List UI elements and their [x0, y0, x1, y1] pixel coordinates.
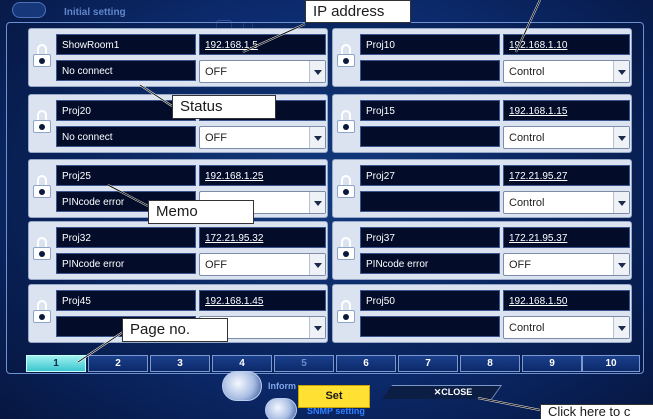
projector-name-field[interactable]: Proj32	[56, 227, 196, 248]
chevron-down-icon[interactable]	[613, 61, 629, 82]
chevron-down-icon[interactable]	[309, 192, 325, 213]
page-selector: 1 2 3 4 5 6 7 8 9 10	[16, 355, 642, 373]
lock-icon[interactable]	[32, 175, 52, 201]
initial-setting-screen: Initial setting ShowRoom1 192.168.1.5 No…	[0, 0, 653, 419]
projector-name-field[interactable]: Proj45	[56, 290, 196, 311]
mode-select-value: OFF	[205, 132, 227, 144]
information-icon[interactable]	[222, 371, 262, 401]
mode-select[interactable]: OFF	[199, 126, 326, 149]
callout-ip-address: IP address	[305, 0, 411, 23]
mode-select-value: Control	[509, 66, 545, 78]
set-button[interactable]: Set	[298, 385, 370, 408]
page-button-3[interactable]: 3	[150, 355, 210, 372]
projector-name-field[interactable]: Proj50	[360, 290, 500, 311]
projector-name-field[interactable]: Proj37	[360, 227, 500, 248]
chevron-down-icon[interactable]	[309, 317, 325, 338]
lock-icon[interactable]	[336, 300, 356, 326]
mode-select[interactable]: Control	[503, 191, 630, 214]
projector-panel: ShowRoom1 192.168.1.5 No connect OFF Pro…	[6, 22, 644, 374]
page-button-6[interactable]: 6	[336, 355, 396, 372]
projector-card: ShowRoom1 192.168.1.5 No connect OFF	[28, 28, 328, 87]
ip-address-link[interactable]: 172.21.95.27	[503, 165, 630, 186]
ip-address-link[interactable]: 172.21.95.32	[199, 227, 326, 248]
projector-card: Proj15 192.168.1.15 Control	[332, 94, 632, 153]
page-button-7[interactable]: 7	[398, 355, 458, 372]
mode-select-value: Control	[509, 322, 545, 334]
lock-icon[interactable]	[32, 300, 52, 326]
projector-name-field[interactable]: Proj10	[360, 34, 500, 55]
mode-select[interactable]: OFF	[199, 253, 326, 276]
mode-select[interactable]: Control	[503, 126, 630, 149]
projector-name-field[interactable]: Proj15	[360, 100, 500, 121]
page-button-9[interactable]: 9	[522, 355, 582, 372]
ip-address-link[interactable]: 172.21.95.37	[503, 227, 630, 248]
lock-icon[interactable]	[336, 237, 356, 263]
projector-card: Proj32 172.21.95.32 PINcode error OFF	[28, 221, 328, 280]
status-field	[360, 126, 500, 147]
page-button-4[interactable]: 4	[212, 355, 272, 372]
chevron-down-icon[interactable]	[309, 61, 325, 82]
status-field: No connect	[56, 126, 196, 147]
chevron-down-icon[interactable]	[309, 254, 325, 275]
window-title: Initial setting	[64, 7, 126, 18]
page-button-1[interactable]: 1	[26, 355, 86, 372]
lock-icon[interactable]	[32, 44, 52, 70]
projector-card: Proj10 192.168.1.10 Control	[332, 28, 632, 87]
projector-card: Proj50 192.168.1.50 Control	[332, 284, 632, 343]
mode-select[interactable]: OFF	[503, 253, 630, 276]
callout-memo: Memo	[148, 200, 254, 224]
mode-select-value: Control	[509, 132, 545, 144]
ip-address-link[interactable]: 192.168.1.15	[503, 100, 630, 121]
page-button-5[interactable]: 5	[274, 355, 334, 372]
mode-select-value: OFF	[205, 66, 227, 78]
status-field	[360, 191, 500, 212]
projector-name-field[interactable]: ShowRoom1	[56, 34, 196, 55]
page-button-8[interactable]: 8	[460, 355, 520, 372]
lock-icon[interactable]	[336, 110, 356, 136]
chevron-down-icon[interactable]	[309, 127, 325, 148]
settings-icon	[12, 2, 46, 18]
information-label[interactable]: Inform	[268, 381, 296, 391]
lock-icon[interactable]	[336, 175, 356, 201]
chevron-down-icon[interactable]	[613, 317, 629, 338]
projector-name-field[interactable]: Proj25	[56, 165, 196, 186]
mode-select-value: OFF	[509, 259, 531, 271]
mode-select[interactable]: Control	[503, 316, 630, 339]
status-field: PINcode error	[360, 253, 500, 274]
lock-icon[interactable]	[336, 44, 356, 70]
chevron-down-icon[interactable]	[613, 127, 629, 148]
close-button[interactable]: ✕CLOSE	[418, 385, 488, 399]
ip-address-link[interactable]: 192.168.1.25	[199, 165, 326, 186]
chevron-down-icon[interactable]	[613, 192, 629, 213]
callout-status: Status	[172, 95, 276, 119]
ip-address-link[interactable]: 192.168.1.5	[199, 34, 326, 55]
lock-icon[interactable]	[32, 237, 52, 263]
status-field	[360, 316, 500, 337]
chevron-down-icon[interactable]	[613, 254, 629, 275]
mode-select-value: Control	[509, 197, 545, 209]
callout-page-no: Page no.	[122, 318, 228, 342]
ip-address-link[interactable]: 192.168.1.45	[199, 290, 326, 311]
status-field: PINcode error	[56, 253, 196, 274]
status-field	[360, 60, 500, 81]
projector-card: Proj37 172.21.95.37 PINcode error OFF	[332, 221, 632, 280]
snmp-icon[interactable]	[265, 398, 297, 419]
mode-select[interactable]: OFF	[199, 60, 326, 83]
callout-close-hint: Click here to c	[540, 404, 653, 419]
projector-name-field[interactable]: Proj27	[360, 165, 500, 186]
lock-icon[interactable]	[32, 110, 52, 136]
page-button-10[interactable]: 10	[582, 355, 640, 372]
ip-address-link[interactable]: 192.168.1.10	[503, 34, 630, 55]
projector-card: Proj27 172.21.95.27 Control	[332, 159, 632, 218]
page-button-2[interactable]: 2	[88, 355, 148, 372]
status-field: No connect	[56, 60, 196, 81]
mode-select-value: OFF	[205, 259, 227, 271]
ip-address-link[interactable]: 192.168.1.50	[503, 290, 630, 311]
mode-select[interactable]: Control	[503, 60, 630, 83]
